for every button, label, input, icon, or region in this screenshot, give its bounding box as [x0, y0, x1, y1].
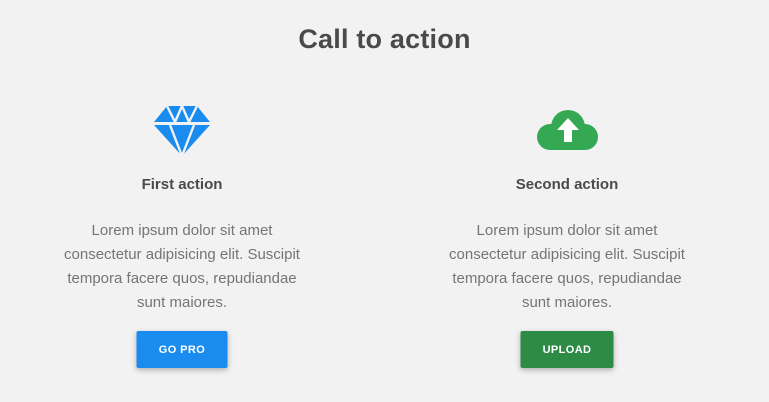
card-title: First action	[141, 176, 223, 193]
first-action-card: First action Lorem ipsum dolor sit amet …	[32, 100, 332, 368]
second-action-card: Second action Lorem ipsum dolor sit amet…	[417, 100, 717, 368]
upload-button[interactable]: UPLOAD	[520, 331, 614, 368]
page-title: Call to action	[298, 24, 471, 54]
card-title: Second action	[515, 176, 619, 193]
cta-section: Call to action First action Lorem ipsum …	[0, 0, 769, 402]
go-pro-button[interactable]: GO PRO	[136, 331, 228, 368]
diamond-icon	[32, 100, 332, 162]
card-description: Lorem ipsum dolor sit amet consectetur a…	[449, 222, 685, 311]
cloud-upload-icon	[417, 100, 717, 162]
card-description: Lorem ipsum dolor sit amet consectetur a…	[64, 222, 300, 311]
